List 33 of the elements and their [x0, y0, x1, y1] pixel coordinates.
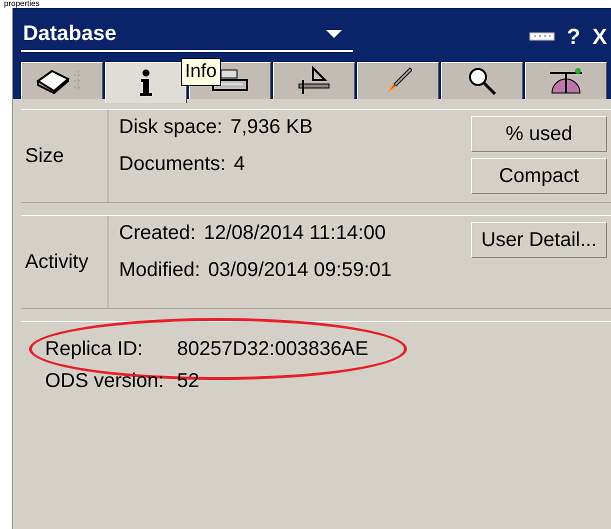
field-label: Disk space:: [119, 116, 222, 139]
field-value: 4: [234, 153, 245, 176]
detail-label: ODS version:: [45, 370, 165, 394]
tab[interactable]: [525, 62, 607, 99]
info-icon: [138, 69, 154, 97]
section-label: Activity: [21, 216, 109, 308]
tab[interactable]: [21, 62, 103, 99]
action-button[interactable]: User Detail...: [471, 222, 607, 258]
tab[interactable]: [273, 62, 355, 99]
detail-label: Replica ID:: [45, 338, 144, 362]
action-button[interactable]: % used: [471, 116, 607, 152]
title-dropdown[interactable]: Database: [21, 22, 353, 52]
caption-text: properties: [3, 0, 41, 8]
field-label: Created:: [119, 222, 196, 245]
tooltip: Info: [181, 58, 221, 86]
action-button[interactable]: Compact: [471, 158, 607, 194]
magnifier-icon: [467, 66, 497, 96]
title-control[interactable]: X: [592, 24, 607, 50]
field-value: 12/08/2014 11:14:00: [204, 222, 386, 245]
field-label: Modified:: [119, 259, 200, 282]
tab[interactable]: [105, 62, 187, 103]
detail-value: 80257D32:003836AE: [177, 338, 368, 362]
dropdown-caret-icon: [325, 29, 343, 39]
tab[interactable]: [357, 62, 439, 99]
field-label: Documents:: [119, 153, 226, 176]
tab[interactable]: [441, 62, 523, 99]
field-value: 03/09/2014 09:59:01: [208, 259, 392, 282]
pin-icon[interactable]: [528, 32, 555, 42]
scale-icon: [548, 67, 584, 95]
set-square-icon: [297, 66, 331, 96]
section-label: Size: [21, 110, 109, 202]
title-control[interactable]: ?: [566, 24, 580, 50]
field-value: 7,936 KB: [230, 116, 313, 139]
